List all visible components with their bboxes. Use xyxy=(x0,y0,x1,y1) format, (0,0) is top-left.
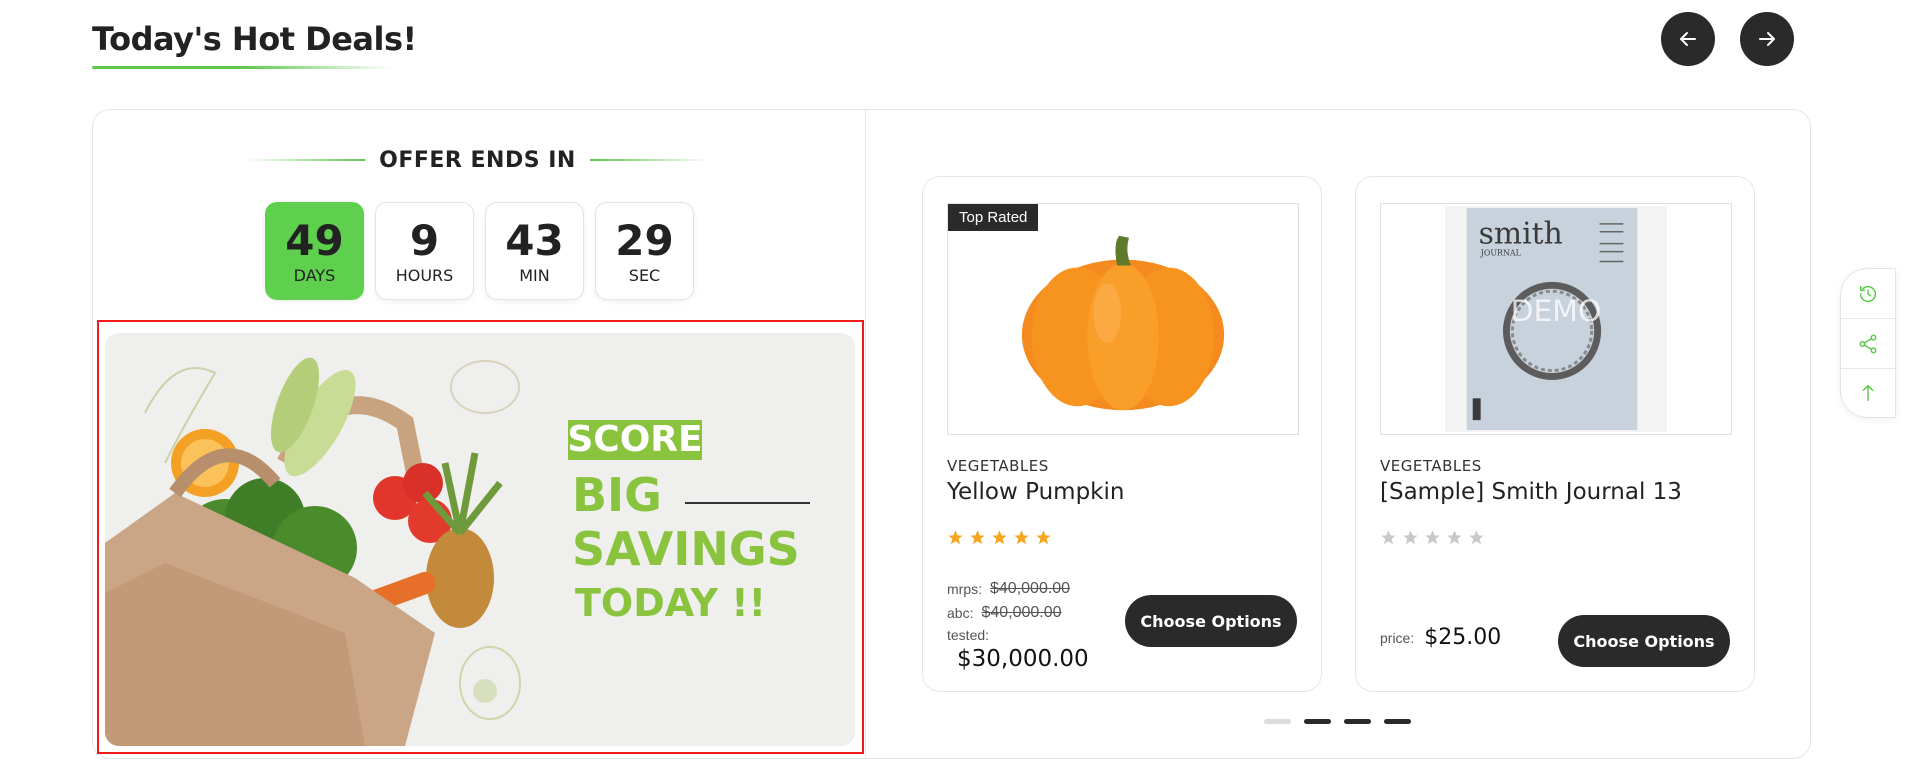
countdown-value: 49 xyxy=(285,215,344,265)
star-icon xyxy=(948,530,963,545)
star-icon xyxy=(1403,530,1418,545)
countdown-hours: 9 HOURS xyxy=(375,202,474,300)
history-button[interactable] xyxy=(1841,269,1895,318)
grocery-bag-illustration: SCORE BIG SAVINGS TODAY !! xyxy=(105,333,855,746)
share-button[interactable] xyxy=(1841,318,1895,367)
product-card[interactable]: smith JOURNAL DEMO VEGETABLES [Sample] S… xyxy=(1355,176,1755,692)
price-block: price: $25.00 xyxy=(1380,625,1501,650)
pumpkin-image xyxy=(948,204,1298,434)
offer-heading-text: OFFER ENDS IN xyxy=(379,147,576,173)
banner-line-1: SCORE xyxy=(567,419,702,460)
price-label: price: xyxy=(1380,629,1415,646)
countdown-timer: 49 DAYS 9 HOURS 43 MIN 29 SEC xyxy=(265,202,694,300)
price-row: mrps: $40,000.00 xyxy=(947,577,1089,601)
countdown-label: DAYS xyxy=(293,265,336,285)
choose-options-button[interactable]: Choose Options xyxy=(1125,595,1297,647)
back-to-top-button[interactable] xyxy=(1841,367,1895,417)
banner-line-4: TODAY !! xyxy=(575,581,766,625)
banner-line-3: SAVINGS xyxy=(572,522,800,576)
star-icon xyxy=(1381,530,1396,545)
product-category: VEGETABLES xyxy=(947,457,1049,475)
arrow-up-icon xyxy=(1862,384,1874,401)
star-icon xyxy=(992,530,1007,545)
star-icon xyxy=(1469,530,1484,545)
product-name[interactable]: Yellow Pumpkin xyxy=(947,479,1124,505)
countdown-value: 9 xyxy=(409,215,440,265)
countdown-seconds: 29 SEC xyxy=(595,202,694,300)
price-label: abc: xyxy=(947,605,974,621)
history-icon xyxy=(1859,285,1877,302)
promo-banner[interactable]: SCORE BIG SAVINGS TODAY !! xyxy=(105,333,855,746)
arrow-left-icon xyxy=(1680,32,1696,46)
pagination-dot[interactable] xyxy=(1344,719,1371,724)
pagination-dot[interactable] xyxy=(1304,719,1331,724)
title-underline xyxy=(92,66,392,69)
product-category: VEGETABLES xyxy=(1380,457,1482,475)
divider xyxy=(589,159,710,161)
banner-line-2: BIG xyxy=(572,468,662,522)
pagination-dot[interactable] xyxy=(1264,719,1291,724)
countdown-label: HOURS xyxy=(395,265,454,285)
carousel-pagination xyxy=(1264,719,1411,724)
countdown-label: MIN xyxy=(519,265,550,285)
journal-subtitle: JOURNAL xyxy=(1480,249,1522,258)
price-old: $40,000.00 xyxy=(981,604,1062,621)
offer-heading: OFFER ENDS IN xyxy=(245,146,710,174)
countdown-minutes: 43 MIN xyxy=(485,202,584,300)
arrow-right-icon xyxy=(1759,32,1775,46)
star-icon xyxy=(1425,530,1440,545)
countdown-value: 43 xyxy=(505,215,564,265)
top-rated-badge: Top Rated xyxy=(948,204,1039,231)
share-icon xyxy=(1859,334,1877,353)
star-icon xyxy=(1036,530,1051,545)
price-block: mrps: $40,000.00 abc: $40,000.00 tested:… xyxy=(947,577,1089,672)
product-name[interactable]: [Sample] Smith Journal 13 xyxy=(1380,479,1682,505)
price-label: tested: xyxy=(947,627,990,643)
demo-watermark: DEMO xyxy=(1511,294,1602,329)
rating-stars xyxy=(947,529,1052,546)
prev-button[interactable] xyxy=(1661,12,1715,66)
star-icon xyxy=(970,530,985,545)
rating-stars xyxy=(1380,529,1485,546)
pagination-dot[interactable] xyxy=(1384,719,1411,724)
countdown-value: 29 xyxy=(615,215,674,265)
product-image[interactable]: Top Rated xyxy=(947,203,1299,435)
journal-cover-image: smith JOURNAL DEMO xyxy=(1381,204,1731,434)
journal-masthead: smith xyxy=(1479,217,1563,252)
price-row: tested: xyxy=(947,625,1089,645)
star-icon xyxy=(1447,530,1462,545)
price-row: abc: $40,000.00 xyxy=(947,601,1089,625)
price-final: $25.00 xyxy=(1424,625,1502,650)
countdown-days: 49 DAYS xyxy=(265,202,364,300)
price-final: $30,000.00 xyxy=(957,646,1089,672)
section-title: Today's Hot Deals! xyxy=(92,20,417,58)
star-icon xyxy=(1014,530,1029,545)
floating-side-widget xyxy=(1840,268,1896,418)
countdown-label: SEC xyxy=(628,265,661,285)
price-old: $40,000.00 xyxy=(990,580,1071,597)
product-image[interactable]: smith JOURNAL DEMO xyxy=(1380,203,1732,435)
product-card[interactable]: Top Rated VEGETABLES Yellow Pumpkin mrps… xyxy=(922,176,1322,692)
divider xyxy=(245,159,366,161)
price-label: mrps: xyxy=(947,581,982,597)
next-button[interactable] xyxy=(1740,12,1794,66)
choose-options-button[interactable]: Choose Options xyxy=(1558,615,1730,667)
